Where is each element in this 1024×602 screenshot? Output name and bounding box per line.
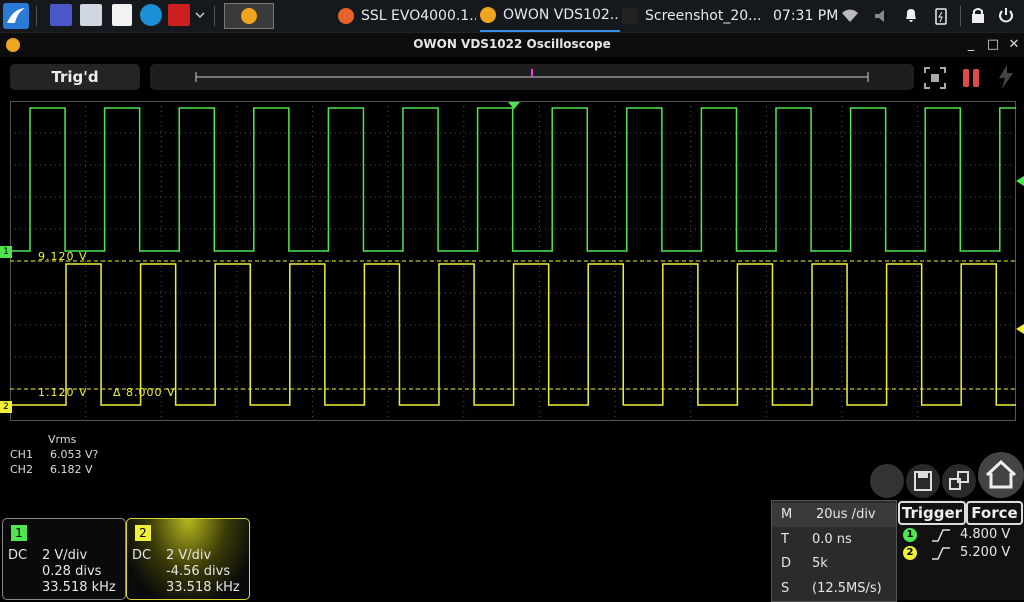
- taskbar-separator: [960, 6, 961, 26]
- channel-badge: 1: [903, 528, 917, 542]
- memory-timeline[interactable]: [150, 64, 914, 90]
- frequency: 33.518 kHz: [166, 580, 240, 595]
- offset: -4.56 divs: [166, 564, 231, 579]
- trigger-button[interactable]: Trigger: [898, 501, 966, 525]
- volume-icon[interactable]: [874, 8, 890, 30]
- browser-icon[interactable]: [140, 4, 162, 26]
- workspace-button[interactable]: [224, 3, 274, 29]
- battery-icon[interactable]: [934, 7, 948, 29]
- ch1-position-marker[interactable]: 1: [0, 246, 12, 258]
- channel-2-panel[interactable]: 2 DC 2 V/div -4.56 divs 33.518 kHz: [126, 518, 250, 600]
- trigger-level-row[interactable]: 2 5.200 V: [903, 545, 1023, 563]
- chevron-down-icon[interactable]: [194, 4, 206, 26]
- owon-icon: [480, 7, 496, 23]
- task-label: SSL EVO4000.1...: [361, 8, 476, 24]
- rising-edge-icon: [931, 546, 951, 564]
- power-icon[interactable]: [998, 7, 1014, 29]
- firefox-icon: [338, 8, 354, 24]
- pause-icon[interactable]: [960, 66, 982, 90]
- frequency: 33.518 kHz: [42, 580, 116, 595]
- offset: 0.28 divs: [42, 564, 102, 579]
- task-screenshot[interactable]: Screenshot_20...: [622, 0, 762, 32]
- cursor-b-label: 1.120 V: [38, 386, 88, 399]
- app-menu-icon[interactable]: [3, 3, 29, 29]
- timeline-bar: [195, 69, 869, 82]
- volts-per-div: 2 V/div: [42, 548, 88, 563]
- timebase-row[interactable]: T 0.0 ns: [772, 528, 896, 552]
- single-trigger-icon[interactable]: [995, 64, 1017, 90]
- timebase-row[interactable]: M 20us /div: [772, 503, 896, 527]
- cursor-a-label: 9.120 V: [38, 250, 88, 263]
- lock-icon[interactable]: [970, 7, 986, 29]
- owon-app-icon: [241, 8, 257, 24]
- timebase-row[interactable]: D 5k: [772, 552, 896, 576]
- ch2-trace: [10, 263, 1016, 406]
- force-button[interactable]: Force: [966, 501, 1023, 525]
- display-mode-icon[interactable]: [942, 464, 976, 498]
- ch2-position-marker[interactable]: 2: [0, 401, 12, 413]
- measurement-header: Vrms: [48, 433, 77, 446]
- channel-number: 1: [11, 525, 27, 541]
- home-icon[interactable]: [978, 452, 1024, 498]
- trigger-status: Trig'd: [10, 64, 140, 90]
- show-desktop-icon[interactable]: [50, 4, 72, 26]
- terminal-icon[interactable]: [168, 4, 190, 26]
- wifi-icon[interactable]: [842, 8, 858, 30]
- task-owon[interactable]: OWON VDS102...: [480, 0, 620, 32]
- channel-1-panel[interactable]: 1 DC 2 V/div 0.28 divs 33.518 kHz: [2, 518, 126, 600]
- measurement-row: CH2 6.182 V: [10, 463, 93, 476]
- rising-edge-icon: [931, 528, 951, 546]
- ch1-trigger-level-marker[interactable]: [1016, 171, 1024, 190]
- maximize-button[interactable]: □: [984, 35, 1002, 55]
- close-button[interactable]: ✕: [1005, 35, 1023, 55]
- reference-icon[interactable]: [870, 464, 904, 498]
- taskbar-separator: [214, 6, 215, 26]
- minimize-button[interactable]: _: [962, 35, 980, 55]
- file-manager-icon[interactable]: [80, 4, 102, 26]
- measurement-row: CH1 6.053 V?: [10, 448, 99, 461]
- auto-set-button[interactable]: [923, 66, 947, 90]
- timebase-panel[interactable]: M 20us /div T 0.0 ns D 5k S (12.5MS/s): [771, 500, 897, 602]
- window-title: OWON VDS1022 Oscilloscope: [413, 37, 611, 51]
- ch1-trace: [10, 107, 1016, 252]
- channel-badge: 2: [903, 546, 917, 560]
- waveform-canvas: [10, 101, 1016, 421]
- waveform-display[interactable]: [10, 101, 1016, 421]
- volts-per-div: 2 V/div: [166, 548, 212, 563]
- taskbar: SSL EVO4000.1... OWON VDS102... Screensh…: [0, 0, 1024, 33]
- task-firefox[interactable]: SSL EVO4000.1...: [338, 0, 476, 32]
- coupling: DC: [132, 548, 152, 563]
- timebase-row[interactable]: S (12.5MS/s): [772, 577, 896, 601]
- ch2-trigger-level-marker[interactable]: [1016, 319, 1024, 338]
- trigger-panel[interactable]: Trigger Force 1 4.800 V 2 5.200 V: [897, 500, 1024, 600]
- bell-icon[interactable]: [903, 7, 919, 29]
- task-label: Screenshot_20...: [645, 8, 762, 24]
- trigger-position-marker[interactable]: [508, 95, 520, 114]
- channel-number: 2: [135, 525, 151, 541]
- measurement-readout: Vrms CH1 6.053 V? CH2 6.182 V: [10, 432, 98, 477]
- task-label: OWON VDS102...: [503, 7, 620, 23]
- save-icon[interactable]: [906, 464, 940, 498]
- image-viewer-icon: [622, 8, 638, 24]
- text-editor-icon[interactable]: [112, 4, 132, 26]
- trigger-level-row[interactable]: 1 4.800 V: [903, 527, 1023, 545]
- taskbar-separator: [36, 6, 37, 26]
- cursor-delta-label: Δ 8.000 V: [113, 386, 176, 399]
- clock[interactable]: 07:31 PM: [773, 0, 838, 32]
- window-titlebar[interactable]: OWON VDS1022 Oscilloscope _ □ ✕: [0, 33, 1024, 57]
- coupling: DC: [8, 548, 28, 563]
